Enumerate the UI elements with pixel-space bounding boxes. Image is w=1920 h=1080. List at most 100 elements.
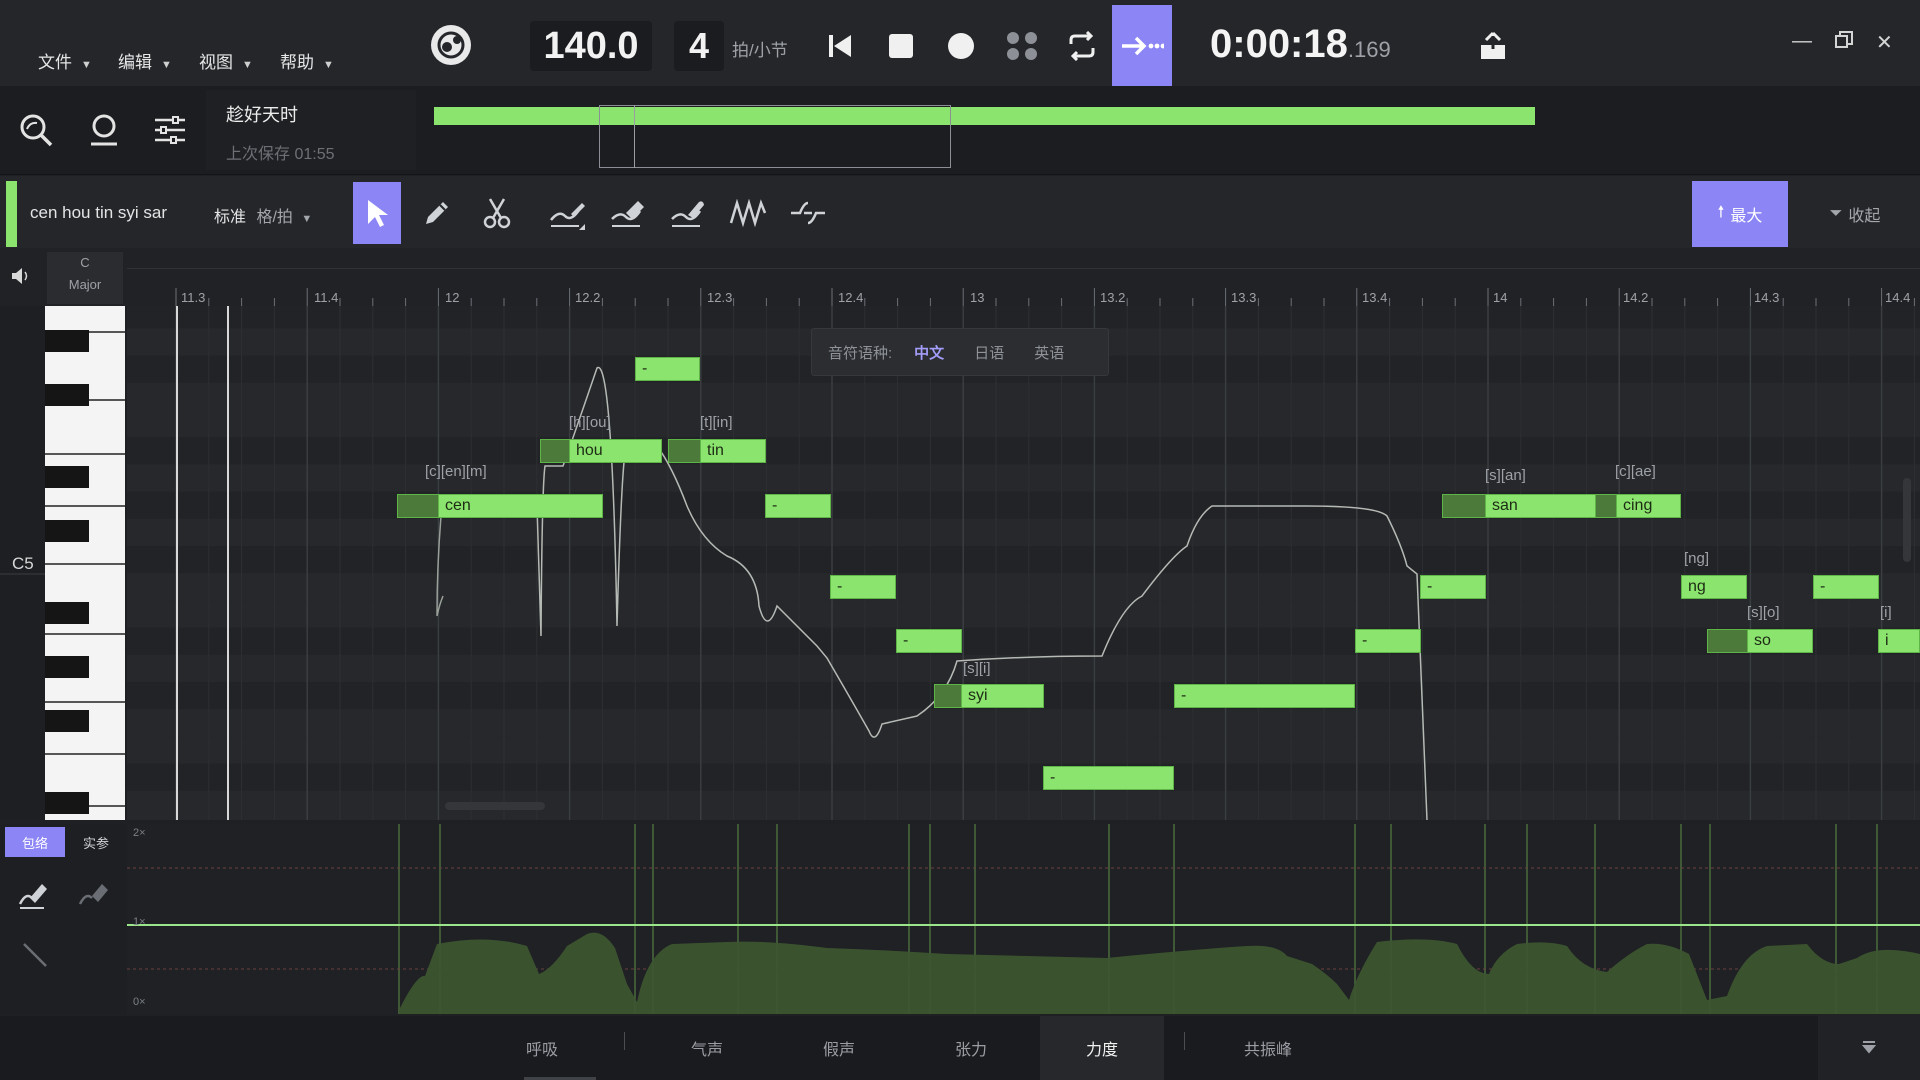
menu-edit[interactable]: 编辑 ▼ [118, 48, 172, 73]
note-syi[interactable]: syi [934, 684, 1044, 708]
pitch-draw-icon[interactable] [544, 182, 592, 244]
tab-falsetto[interactable]: 假声 [797, 1016, 881, 1080]
note-cen[interactable]: cen [397, 494, 603, 518]
envelope-erase-icon[interactable] [78, 880, 112, 910]
loop-marker-line[interactable] [227, 306, 229, 820]
line-tool-icon[interactable] [20, 940, 50, 970]
close-icon[interactable]: ✕ [1876, 30, 1893, 55]
pitch-erase-icon[interactable] [604, 182, 652, 244]
lang-option-japanese[interactable]: 日语 [974, 342, 1004, 363]
time-ms: .169 [1347, 37, 1391, 62]
tab-divider [1184, 1032, 1185, 1050]
note-cing[interactable]: cing [1595, 494, 1681, 518]
ruler-label-0: 11.3 [181, 290, 206, 305]
user-icon[interactable] [82, 108, 126, 152]
tempo-display[interactable]: 140.0 [530, 21, 652, 71]
search-icon[interactable] [14, 108, 58, 152]
grid-lines [127, 306, 1920, 820]
playhead-line[interactable] [176, 306, 178, 820]
lane-tab-envelope[interactable]: 包络 [5, 827, 65, 857]
note-lyric: - [903, 632, 909, 649]
envelope-draw-icon[interactable] [18, 880, 52, 910]
note-dash[interactable]: - [1420, 575, 1486, 599]
note-lyric: - [1427, 578, 1433, 595]
tab-breath[interactable]: 呼吸 [500, 1016, 584, 1080]
pencil-tool-icon[interactable] [413, 182, 461, 244]
select-tool-icon[interactable] [353, 182, 401, 244]
key-signature[interactable]: C Major [47, 252, 123, 304]
transition-icon[interactable] [784, 182, 832, 244]
restore-icon[interactable] [1834, 30, 1854, 50]
follow-playhead-button[interactable] [1112, 5, 1172, 86]
time-main: 0:00:18 [1210, 22, 1348, 66]
note-tin[interactable]: tin [668, 439, 766, 463]
note-lyric: ng [1688, 578, 1706, 595]
note-lyric: - [1181, 687, 1187, 704]
menu-help[interactable]: 帮助 ▼ [280, 48, 334, 73]
grid-row [127, 709, 1920, 737]
tab-tension[interactable]: 张力 [929, 1016, 1013, 1080]
logo-icon[interactable] [429, 23, 473, 67]
collapse-lane-button[interactable] [1818, 1014, 1920, 1080]
lane-tab-actual[interactable]: 实参 [68, 827, 124, 857]
ruler-label-11: 14.2 [1623, 290, 1649, 305]
tab-force[interactable]: 力度 [1040, 1016, 1164, 1080]
menu-file[interactable]: 文件 ▼ [38, 48, 92, 73]
last-saved-text: 上次保存 01:55 [226, 146, 335, 163]
note-language-label: 音符语种: [828, 344, 893, 362]
maximize-button[interactable]: 🠕 最大 [1692, 181, 1788, 247]
timeline-ruler[interactable]: 11.3 11.4 12 12.2 12.3 12.4 13 13.2 13.3… [127, 248, 1920, 306]
pitch-smooth-icon[interactable] [664, 182, 712, 244]
tab-formant[interactable]: 共振峰 [1226, 1016, 1310, 1080]
note-dash[interactable]: - [1813, 575, 1879, 599]
loop-icon[interactable] [1062, 26, 1102, 66]
quantize-selector[interactable]: 标准 格/拍 ▼ [214, 203, 312, 227]
menu-view[interactable]: 视图 ▼ [199, 48, 253, 73]
collapse-lane-icon [1861, 1041, 1877, 1054]
note-dash[interactable]: - [765, 494, 831, 518]
lang-option-english[interactable]: 英语 [1034, 342, 1064, 363]
stop-icon[interactable] [881, 26, 921, 66]
horizontal-scrollbar[interactable] [445, 802, 545, 810]
piano-keyboard[interactable]: C5 [0, 306, 127, 820]
beats-per-bar-display[interactable]: 4 [674, 21, 724, 71]
record-icon[interactable] [941, 26, 981, 66]
note-lyric: tin [707, 442, 724, 459]
piano-roll-grid[interactable]: [c][en][m] [h][ou] [t][in] [s][i] [s][an… [127, 306, 1920, 820]
scissors-tool-icon[interactable] [473, 182, 521, 244]
track-lyrics[interactable]: cen hou tin syi sar [30, 203, 167, 223]
note-lyric: - [1362, 632, 1368, 649]
note-lyric: cing [1623, 497, 1653, 514]
note-dash[interactable]: - [635, 357, 700, 381]
parameter-lane[interactable]: 2× 1× 0× [127, 824, 1920, 1014]
vibrato-icon[interactable] [724, 182, 772, 244]
note-dash[interactable]: - [830, 575, 896, 599]
skip-start-icon[interactable] [820, 26, 860, 66]
overview-viewport[interactable] [599, 105, 951, 168]
note-lyric: - [1820, 578, 1826, 595]
minimize-icon[interactable]: — [1792, 30, 1812, 53]
grid-row [127, 573, 1920, 601]
note-ng[interactable]: ng [1681, 575, 1747, 599]
ruler-label-6: 13 [970, 290, 985, 305]
note-san[interactable]: san [1442, 494, 1603, 518]
tab-breathiness[interactable]: 气声 [665, 1016, 749, 1080]
note-i[interactable]: i [1878, 629, 1920, 653]
grid-row [127, 437, 1920, 465]
collapse-button[interactable]: ⏷ 收起 [1810, 181, 1900, 247]
settings-icon[interactable] [148, 108, 192, 152]
note-dash[interactable]: - [1355, 629, 1421, 653]
note-hou[interactable]: hou [540, 439, 662, 463]
note-dash[interactable]: - [896, 629, 962, 653]
note-dash[interactable]: - [1174, 684, 1355, 708]
ruler-label-10: 14 [1493, 290, 1508, 305]
note-dash[interactable]: - [1043, 766, 1174, 790]
note-prefix [934, 684, 962, 708]
export-icon[interactable] [1473, 26, 1513, 66]
note-lyric: hou [576, 442, 603, 459]
lang-option-chinese[interactable]: 中文 [914, 342, 944, 363]
vertical-scrollbar[interactable] [1903, 478, 1911, 562]
grid-icon[interactable] [1002, 26, 1042, 66]
note-so[interactable]: so [1707, 629, 1813, 653]
speaker-icon[interactable] [10, 266, 32, 286]
